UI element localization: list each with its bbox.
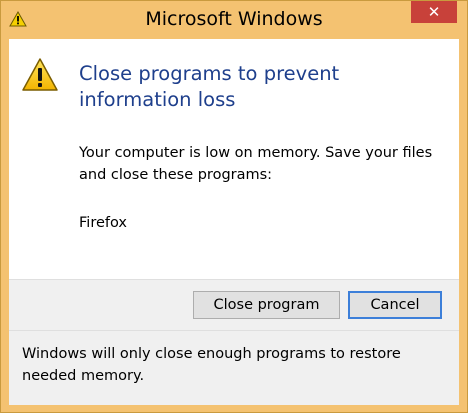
dialog-message: Your computer is low on memory. Save you… — [79, 145, 433, 183]
title-bar[interactable]: Microsoft Windows ✕ — [1, 1, 467, 39]
dialog-window: Microsoft Windows ✕ Close programs to pr… — [0, 0, 468, 413]
close-program-button[interactable]: Close program — [193, 291, 340, 319]
button-bar: Close program Cancel — [9, 280, 459, 331]
cancel-button[interactable]: Cancel — [348, 291, 442, 319]
dialog-client-area: Close programs to prevent information lo… — [9, 39, 459, 405]
footer-text: Windows will only close enough programs … — [22, 346, 401, 384]
footer: Windows will only close enough programs … — [9, 331, 459, 405]
dialog-heading: Close programs to prevent information lo… — [79, 62, 340, 111]
dialog-content: Close programs to prevent information lo… — [9, 39, 459, 280]
program-list-item: Firefox — [79, 215, 127, 231]
close-button[interactable]: ✕ — [411, 1, 457, 23]
window-title: Microsoft Windows — [145, 8, 323, 30]
warning-icon — [22, 58, 58, 91]
